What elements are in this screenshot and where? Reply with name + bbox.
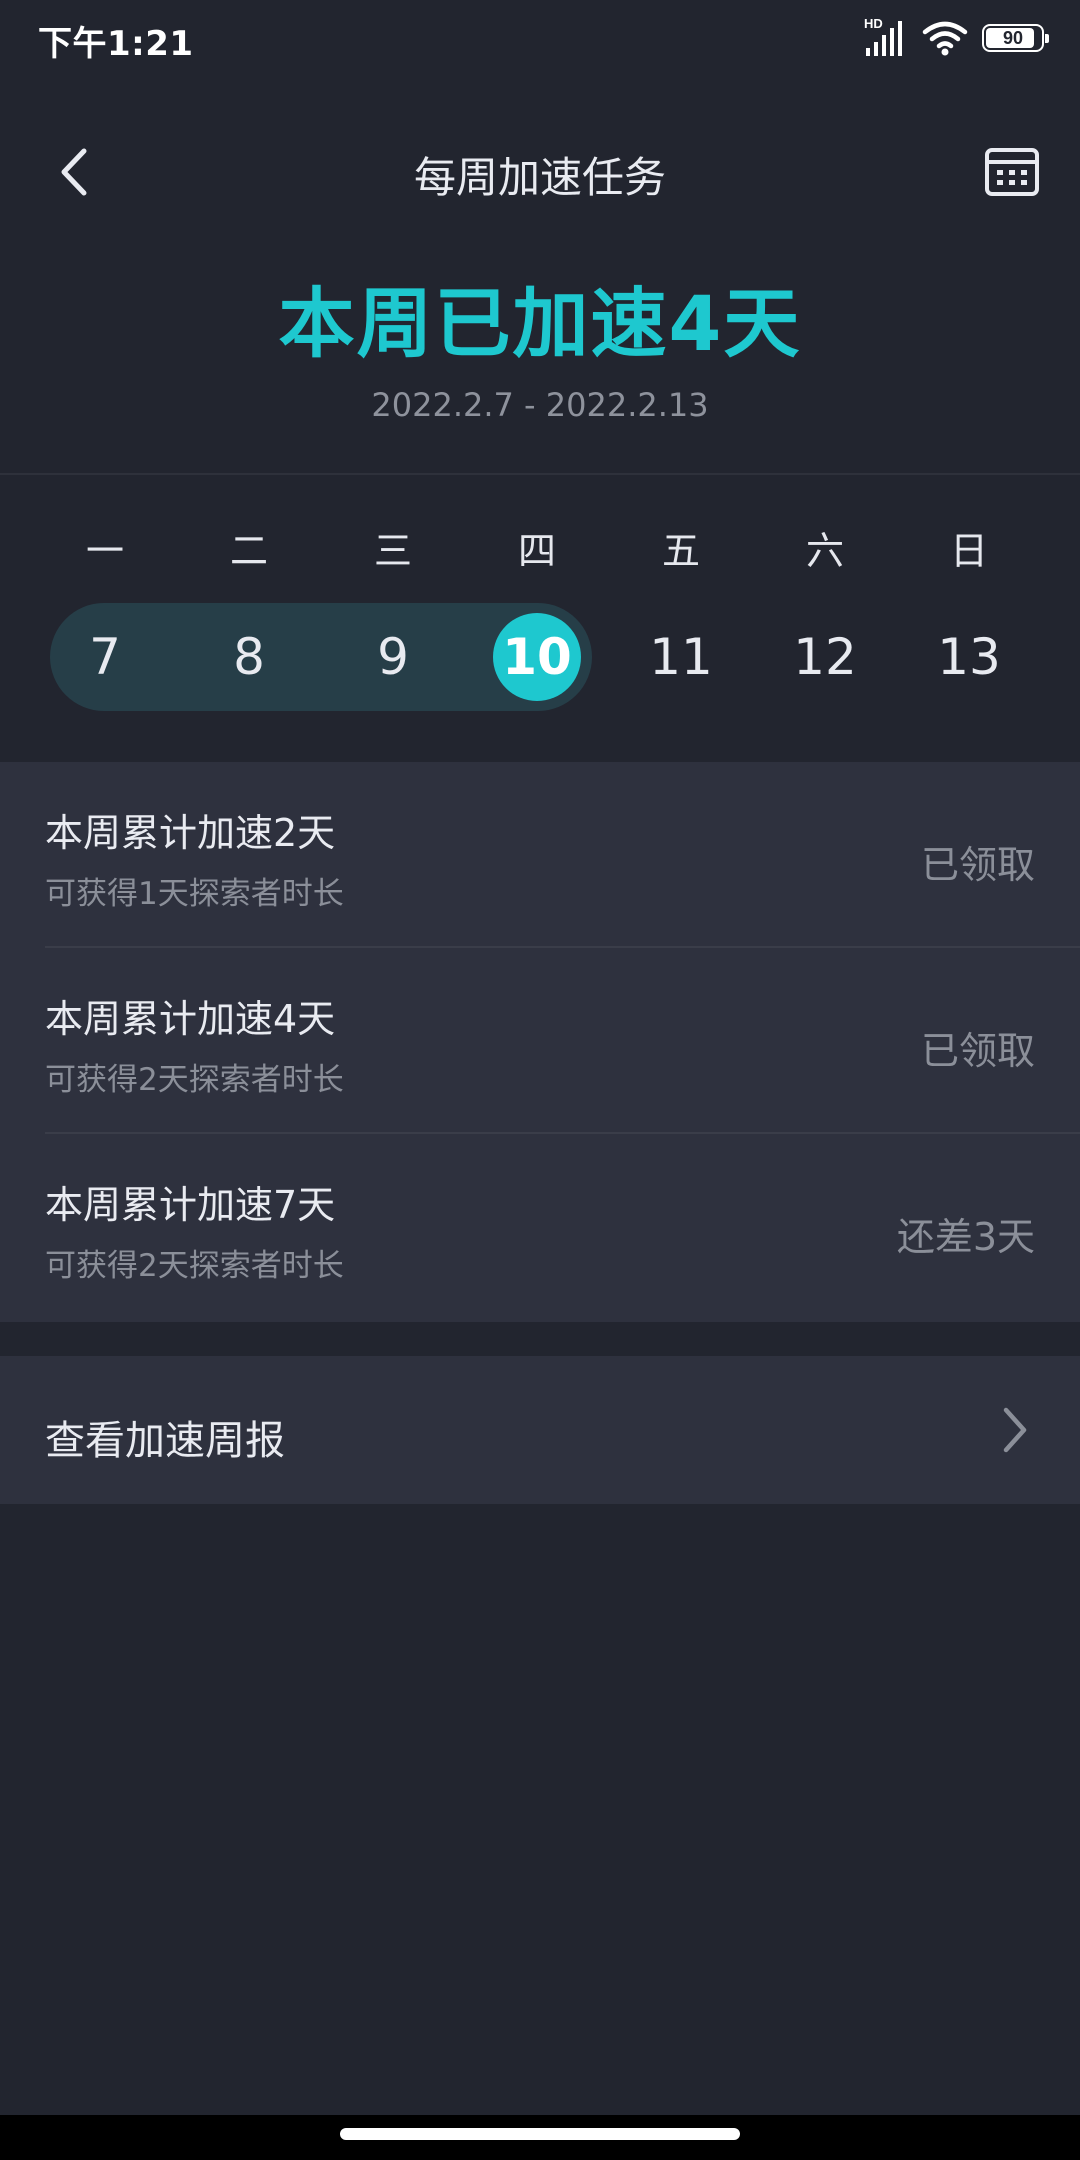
week-date-range: 2022.2.7 - 2022.2.13 [371, 386, 709, 424]
weekday-label: 一 [85, 529, 124, 573]
battery-tip [1045, 34, 1049, 43]
chevron-right-icon [1003, 1407, 1027, 1453]
calendar-button[interactable] [984, 146, 1040, 198]
day-11: 11 [649, 628, 713, 686]
day-10: 10 [502, 628, 572, 686]
battery-level: 90 [1002, 27, 1024, 48]
day-8: 8 [233, 628, 265, 686]
status-time: 下午1:21 [38, 24, 194, 64]
wifi-icon [922, 21, 968, 56]
task-status: 还差3天 [896, 1215, 1035, 1259]
task-reward: 可获得2天探索者时长 [45, 1248, 344, 1284]
weekday-label: 三 [373, 529, 412, 573]
home-indicator[interactable] [340, 2128, 740, 2140]
task-list: 本周累计加速2天 可获得1天探索者时长 已领取 本周累计加速4天 可获得2天探索… [0, 762, 1080, 1322]
day-12: 12 [793, 628, 857, 686]
task-reward: 可获得2天探索者时长 [45, 1062, 344, 1098]
weekly-acceleration-summary: 本周已加速4天 [278, 279, 802, 368]
task-item: 本周累计加速2天 可获得1天探索者时长 已领取 [0, 762, 1080, 948]
weekday-labels: 一 二 三 四 五 六 日 [0, 520, 1080, 580]
task-status: 已领取 [920, 1029, 1035, 1073]
calendar-icon [985, 148, 1039, 196]
battery-icon: 90 [982, 24, 1049, 52]
day-9: 9 [377, 628, 409, 686]
status-bar: 下午1:21 HD 90 [0, 0, 1080, 76]
task-title: 本周累计加速4天 [45, 997, 336, 1041]
weekday-label: 日 [949, 529, 988, 573]
cellular-signal-icon: HD [864, 16, 908, 58]
weekly-report-label: 查看加速周报 [45, 1418, 285, 1464]
weekly-report-link[interactable]: 查看加速周报 [0, 1356, 1080, 1504]
task-item: 本周累计加速7天 可获得2天探索者时长 还差3天 [0, 1134, 1080, 1320]
task-status: 已领取 [920, 843, 1035, 887]
task-reward: 可获得1天探索者时长 [45, 876, 344, 912]
task-title: 本周累计加速7天 [45, 1183, 336, 1227]
task-title: 本周累计加速2天 [45, 811, 336, 855]
task-item: 本周累计加速4天 可获得2天探索者时长 已领取 [0, 948, 1080, 1134]
weekday-label: 二 [229, 529, 268, 573]
status-icons: HD 90 [864, 16, 1049, 58]
divider [0, 473, 1080, 475]
day-13: 13 [937, 628, 1001, 686]
weekday-label: 六 [805, 529, 844, 573]
weekday-label: 五 [661, 529, 700, 573]
weekday-label: 四 [517, 529, 556, 573]
day-7: 7 [89, 628, 121, 686]
page-title: 每周加速任务 [413, 153, 666, 202]
